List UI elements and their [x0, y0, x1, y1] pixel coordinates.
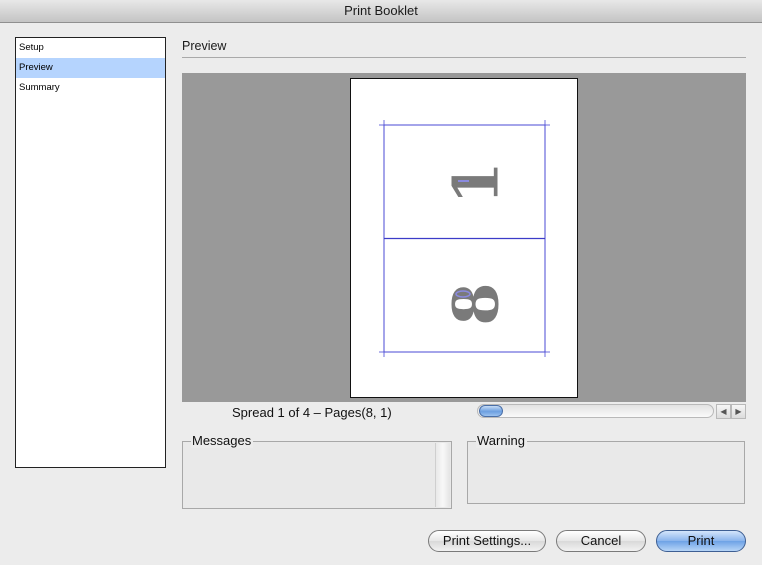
sidebar-item-setup[interactable]: Setup: [16, 38, 165, 58]
warning-box: [467, 441, 745, 504]
section-divider: [182, 57, 746, 58]
top-page-number: 1: [440, 161, 513, 204]
window-title: Print Booklet: [0, 0, 762, 23]
scroll-right-arrow-icon[interactable]: ▶: [731, 404, 746, 419]
top-page-number-text: 1: [440, 161, 513, 204]
warning-label: Warning: [476, 433, 527, 448]
messages-scrollbar[interactable]: [435, 443, 450, 507]
messages-label: Messages: [191, 433, 254, 448]
print-settings-button[interactable]: Print Settings...: [428, 530, 546, 552]
bottom-page-number: 8: [440, 282, 513, 325]
scroll-track[interactable]: [477, 404, 714, 418]
page-layout-diagram: 1 8: [379, 120, 550, 357]
cancel-button[interactable]: Cancel: [556, 530, 646, 552]
scroll-thumb[interactable]: [479, 405, 503, 417]
sidebar-item-preview[interactable]: Preview: [16, 58, 165, 78]
sidebar-item-summary[interactable]: Summary: [16, 78, 165, 98]
print-button[interactable]: Print: [656, 530, 746, 552]
preview-page: 1 8: [350, 78, 578, 398]
messages-box: [182, 441, 452, 509]
sidebar: Setup Preview Summary: [15, 37, 166, 468]
bottom-page-number-text: 8: [440, 282, 513, 325]
preview-area: 1 8: [182, 73, 746, 402]
spread-scrollbar[interactable]: ◀ ▶: [477, 403, 746, 419]
scroll-left-arrow-icon[interactable]: ◀: [716, 404, 731, 419]
spread-label: Spread 1 of 4 – Pages(8, 1): [232, 405, 392, 420]
section-title: Preview: [182, 39, 227, 53]
